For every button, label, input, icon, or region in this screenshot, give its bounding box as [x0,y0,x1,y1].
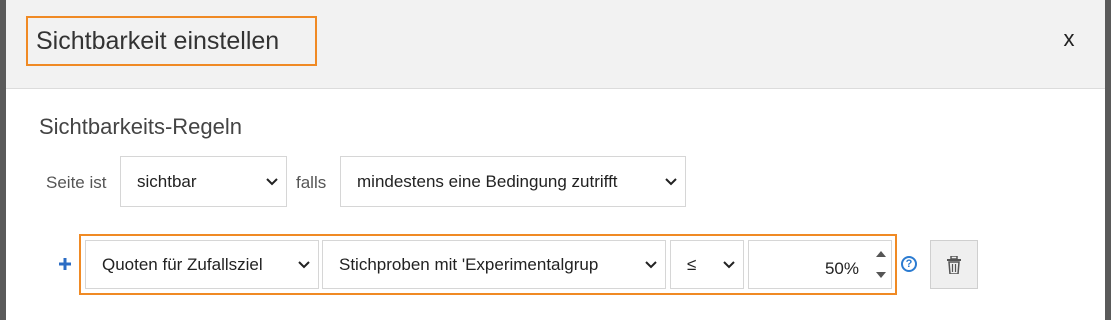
chevron-down-icon [657,177,685,186]
increment-arrow-icon[interactable] [873,244,889,264]
falls-label: falls [296,173,327,192]
decrement-arrow-icon[interactable] [873,265,889,285]
help-icon[interactable]: ? [901,256,917,272]
rule-number-value: 50% [824,259,859,278]
add-rule-button[interactable] [59,254,71,274]
chevron-down-icon [715,260,743,269]
rule-source-select[interactable]: Quoten für Zufallsziel [85,240,319,289]
delete-rule-button[interactable] [930,240,978,289]
chevron-down-icon [637,260,665,269]
dialog-header: Sichtbarkeit einstellen x [6,0,1105,89]
section-title: Sichtbarkeits-Regeln [39,114,242,139]
visibility-dialog: Sichtbarkeit einstellen x Sichtbarkeits-… [6,0,1105,320]
close-button[interactable]: x [1059,26,1079,52]
rule-number-input[interactable]: 50% [748,240,892,289]
chevron-down-icon [258,177,286,186]
condition-value: mindestens eine Bedingung zutrifft [357,171,618,191]
rule-sample-value: Stichproben mit 'Experimentalgrup [339,254,599,274]
condition-select[interactable]: mindestens eine Bedingung zutrifft [340,156,686,207]
visibility-state-select[interactable]: sichtbar [120,156,287,207]
dialog-title: Sichtbarkeit einstellen [26,16,317,66]
visibility-state-value: sichtbar [137,171,197,191]
chevron-down-icon [290,260,318,269]
rule-operator-value: ≤ [687,254,697,274]
plus-icon [59,258,71,270]
rule-operator-select[interactable]: ≤ [670,240,744,289]
trash-icon [947,255,961,274]
rule-source-value: Quoten für Zufallsziel [102,254,263,274]
rule-sample-select[interactable]: Stichproben mit 'Experimentalgrup [322,240,666,289]
page-is-label: Seite ist [46,173,107,192]
